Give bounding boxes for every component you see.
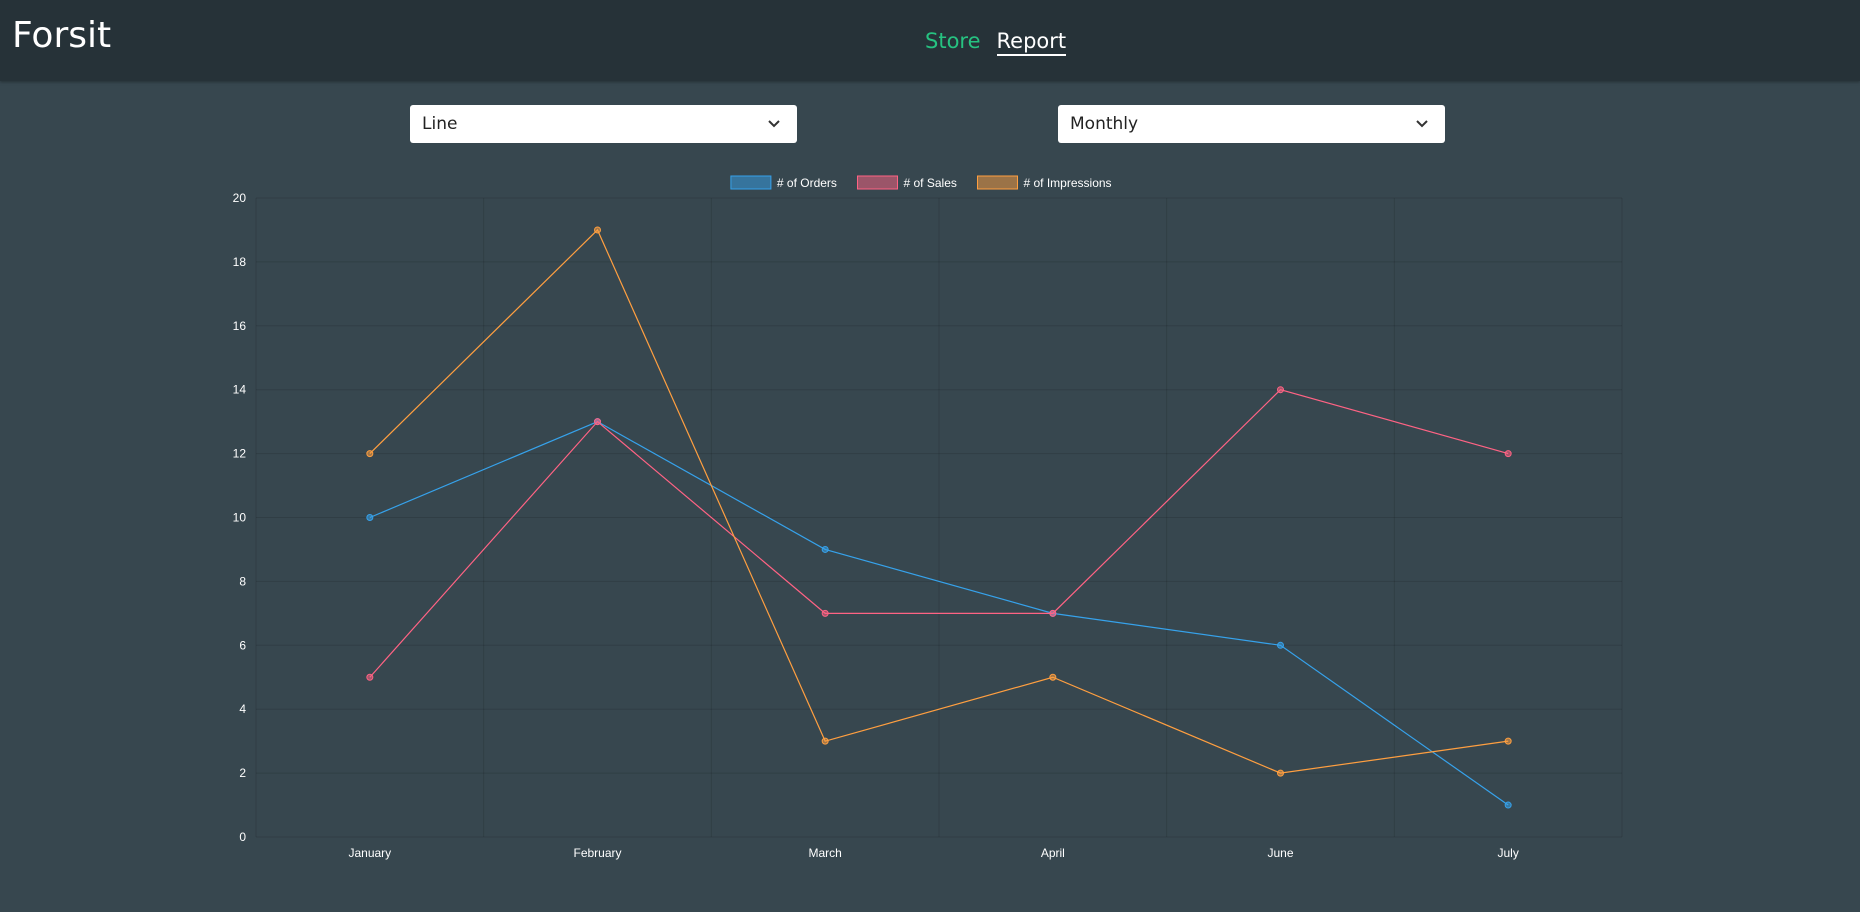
period-select[interactable]: Monthly [1058, 105, 1445, 143]
x-tick-label: March [808, 846, 841, 860]
data-point [594, 226, 601, 234]
data-point [821, 545, 829, 553]
data-point [366, 673, 374, 681]
legend-swatch [730, 175, 772, 190]
chevron-down-icon [767, 105, 781, 143]
data-point [821, 737, 829, 745]
y-tick-label: 8 [239, 574, 246, 588]
y-tick-label: 14 [233, 383, 247, 397]
data-point [1277, 386, 1284, 394]
period-value: Monthly [1070, 114, 1139, 134]
data-point [1049, 673, 1057, 681]
brand-logo[interactable]: Forsit [12, 12, 111, 60]
data-point [1049, 609, 1057, 617]
top-navbar: Forsit Store Report [0, 0, 1860, 81]
data-point [1277, 641, 1284, 649]
y-tick-label: 4 [239, 702, 246, 716]
x-tick-label: April [1041, 846, 1065, 860]
data-point [1504, 450, 1512, 458]
legend-swatch [977, 175, 1018, 190]
data-point [1277, 769, 1284, 777]
data-point [594, 418, 601, 426]
chart-svg: 0 2 4 6 8 10 12 14 16 18 20 January February March Apr… [233, 175, 1623, 860]
nav-store-link[interactable]: Store [925, 26, 981, 56]
legend-label: # of Orders [777, 176, 837, 190]
data-point [1504, 801, 1512, 809]
legend-label: # of Sales [904, 176, 957, 190]
y-tick-label: 0 [239, 830, 246, 844]
x-tick-label: June [1267, 846, 1293, 860]
y-tick-label: 20 [233, 191, 247, 205]
legend-swatch [857, 175, 898, 190]
y-tick-label: 18 [233, 255, 247, 269]
x-tick-label: February [573, 846, 621, 860]
y-tick-label: 16 [233, 319, 247, 333]
chart-type-value: Line [422, 114, 458, 134]
y-tick-label: 10 [233, 511, 247, 525]
y-tick-label: 12 [233, 447, 247, 461]
legend-label: # of Impressions [1024, 176, 1112, 190]
chart-type-select[interactable]: Line [410, 105, 797, 143]
x-tick-label: July [1497, 846, 1518, 860]
main-nav: Store Report [925, 26, 1067, 56]
data-point [821, 609, 829, 617]
x-tick-label: January [348, 846, 391, 860]
line-chart: 0 2 4 6 8 10 12 14 16 18 20 January February March Apr… [0, 160, 1860, 880]
data-point [1504, 737, 1512, 745]
y-tick-label: 6 [239, 638, 246, 652]
data-point [366, 514, 374, 521]
data-point [366, 450, 374, 458]
chevron-down-icon [1415, 105, 1429, 143]
y-tick-label: 2 [239, 766, 246, 780]
nav-report-link[interactable]: Report [996, 26, 1067, 56]
